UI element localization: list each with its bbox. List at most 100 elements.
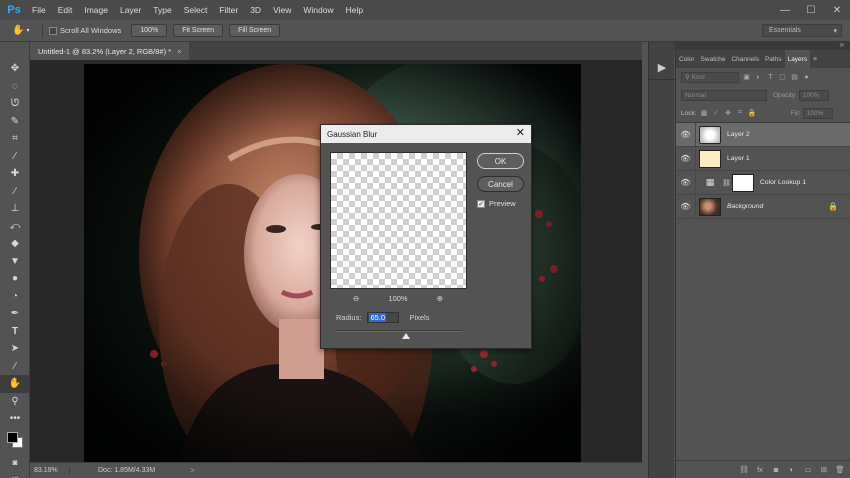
lock-icon[interactable]: 🔒 bbox=[828, 202, 838, 211]
menu-image[interactable]: Image bbox=[78, 0, 114, 20]
lasso-tool-icon[interactable]: ᘎ bbox=[0, 95, 30, 113]
layer-row[interactable]: 👁 ▦ ⛓ Color Lookup 1 bbox=[676, 170, 850, 195]
document-tab[interactable]: Untitled-1 @ 83.2% (Layer 2, RGB/8#) * × bbox=[30, 42, 190, 60]
zoom-readout[interactable]: 83.19% bbox=[30, 467, 70, 474]
preview-checkbox[interactable]: ✓ bbox=[477, 199, 485, 208]
zoom-in-icon[interactable]: ⊕ bbox=[437, 294, 443, 303]
menu-select[interactable]: Select bbox=[178, 0, 214, 20]
paint-bucket-tool-icon[interactable]: ▼ bbox=[0, 253, 30, 271]
blend-mode-select[interactable]: Normal bbox=[681, 89, 767, 101]
visibility-eye-icon[interactable]: 👁 bbox=[676, 194, 696, 219]
radius-slider-thumb[interactable] bbox=[402, 333, 410, 339]
filter-shape-icon[interactable]: ▢ bbox=[778, 73, 787, 82]
crop-tool-icon[interactable]: ⌗ bbox=[0, 130, 30, 148]
quick-mask-icon[interactable]: ◙ bbox=[0, 454, 30, 472]
healing-brush-tool-icon[interactable]: ✚ bbox=[0, 165, 30, 183]
play-icon[interactable]: ▶ bbox=[649, 56, 675, 80]
delete-layer-icon[interactable]: 🗑 bbox=[835, 465, 845, 474]
clone-stamp-tool-icon[interactable]: ⊥ bbox=[0, 200, 30, 218]
tab-channels[interactable]: Channels bbox=[728, 50, 761, 68]
tab-layers[interactable]: Layers bbox=[784, 50, 811, 68]
layer-row[interactable]: 👁 Layer 2 bbox=[676, 122, 850, 147]
line-tool-icon[interactable]: ∕ bbox=[0, 358, 30, 376]
screen-mode-icon[interactable]: ▣ bbox=[0, 471, 30, 478]
maximize-icon[interactable]: ☐ bbox=[798, 0, 824, 20]
type-tool-icon[interactable]: T bbox=[0, 323, 30, 341]
fill-field[interactable]: 100% bbox=[802, 107, 833, 119]
menu-file[interactable]: File bbox=[26, 0, 52, 20]
menu-layer[interactable]: Layer bbox=[114, 0, 147, 20]
dodge-tool-icon[interactable]: ◔ bbox=[0, 288, 30, 306]
brush-tool-icon[interactable]: ∕ bbox=[0, 183, 30, 201]
new-layer-icon[interactable]: ⊞ bbox=[819, 465, 829, 474]
close-window-icon[interactable]: ✕ bbox=[824, 0, 850, 20]
close-tab-icon[interactable]: × bbox=[177, 47, 181, 56]
fit-screen-button[interactable]: Fit Screen bbox=[173, 24, 224, 37]
quick-select-tool-icon[interactable]: ✎ bbox=[0, 113, 30, 131]
menu-3d[interactable]: 3D bbox=[244, 0, 267, 20]
lock-image-icon[interactable]: ∕ bbox=[712, 109, 721, 118]
menu-view[interactable]: View bbox=[267, 0, 297, 20]
lock-transparent-icon[interactable]: ▦ bbox=[700, 109, 709, 118]
preview-checkbox-row[interactable]: ✓ Preview bbox=[477, 199, 516, 208]
zoom-tool-icon[interactable]: ⚲ bbox=[0, 393, 30, 411]
visibility-eye-icon[interactable]: 👁 bbox=[676, 170, 696, 195]
menu-type[interactable]: Type bbox=[147, 0, 177, 20]
panel-menu-icon[interactable]: ≡ bbox=[810, 50, 820, 68]
history-brush-tool-icon[interactable]: ⤺ bbox=[0, 218, 30, 236]
fill-screen-button[interactable]: Fill Screen bbox=[229, 24, 281, 37]
tab-color[interactable]: Color bbox=[676, 50, 698, 68]
add-mask-icon[interactable]: ◙ bbox=[771, 465, 781, 474]
lock-all-icon[interactable]: 🔒 bbox=[748, 109, 757, 118]
blur-tool-icon[interactable]: ● bbox=[0, 270, 30, 288]
dialog-title-bar[interactable]: Gaussian Blur ✕ bbox=[321, 125, 531, 143]
layer-row[interactable]: 👁 Background 🔒 bbox=[676, 194, 850, 219]
zoom-out-icon[interactable]: ⊖ bbox=[353, 294, 359, 303]
new-group-icon[interactable]: ▭ bbox=[803, 465, 813, 474]
menu-filter[interactable]: Filter bbox=[213, 0, 244, 20]
minimize-icon[interactable]: — bbox=[772, 0, 798, 20]
tool-preset-picker[interactable]: ✋ ▾ bbox=[12, 25, 36, 36]
filter-smart-object-icon[interactable]: ▤ bbox=[790, 73, 799, 82]
zoom-100-button[interactable]: 100% bbox=[131, 24, 168, 37]
opacity-field[interactable]: 100% bbox=[798, 89, 829, 101]
visibility-eye-icon[interactable]: 👁 bbox=[676, 122, 696, 147]
menu-edit[interactable]: Edit bbox=[52, 0, 79, 20]
filter-pixel-icon[interactable]: ▣ bbox=[742, 73, 751, 82]
color-swatches[interactable] bbox=[0, 428, 30, 454]
radius-slider-track[interactable] bbox=[336, 330, 462, 332]
status-menu-arrow-icon[interactable]: > bbox=[190, 466, 195, 475]
filter-adjustment-icon[interactable]: ◐ bbox=[754, 73, 763, 82]
new-adjustment-icon[interactable]: ◐ bbox=[787, 465, 797, 474]
close-icon[interactable]: ✕ bbox=[516, 126, 525, 139]
filter-toggle-icon[interactable]: ● bbox=[802, 73, 811, 82]
lock-position-icon[interactable]: ✥ bbox=[724, 109, 733, 118]
lock-artboard-icon[interactable]: ⌗ bbox=[736, 109, 745, 118]
cancel-button[interactable]: Cancel bbox=[477, 176, 524, 192]
ok-button[interactable]: OK bbox=[477, 153, 524, 169]
tab-swatches[interactable]: Swatche bbox=[698, 50, 729, 68]
visibility-eye-icon[interactable]: 👁 bbox=[676, 146, 696, 171]
path-selection-tool-icon[interactable]: ➤ bbox=[0, 340, 30, 358]
more-tools-icon[interactable]: ••• bbox=[0, 410, 30, 428]
link-layers-icon[interactable]: ⛓ bbox=[739, 465, 749, 474]
radius-input[interactable]: 65.0 bbox=[367, 312, 400, 323]
menu-window[interactable]: Window bbox=[297, 0, 339, 20]
eyedropper-tool-icon[interactable]: ⁄ bbox=[0, 148, 30, 166]
tab-paths[interactable]: Paths bbox=[762, 50, 785, 68]
filter-preview[interactable] bbox=[330, 152, 467, 289]
scroll-all-windows-checkbox[interactable] bbox=[49, 26, 57, 35]
marquee-tool-icon[interactable]: ◌ bbox=[0, 78, 30, 96]
hand-tool-icon[interactable]: ✋ bbox=[0, 375, 30, 393]
eraser-tool-icon[interactable]: ◆ bbox=[0, 235, 30, 253]
pen-tool-icon[interactable]: ✒ bbox=[0, 305, 30, 323]
collapse-panels-icon[interactable]: » bbox=[840, 40, 844, 49]
layer-style-icon[interactable]: fx bbox=[755, 465, 765, 474]
menu-help[interactable]: Help bbox=[340, 0, 369, 20]
layer-row[interactable]: 👁 Layer 1 bbox=[676, 146, 850, 171]
foreground-color[interactable] bbox=[7, 431, 18, 443]
workspace-switcher[interactable]: Essentials ▾ bbox=[762, 24, 842, 37]
filter-type-icon[interactable]: T bbox=[766, 73, 775, 82]
filter-kind-select[interactable]: ⚲ Kind bbox=[681, 71, 739, 83]
move-tool-icon[interactable]: ✥ bbox=[0, 60, 30, 78]
